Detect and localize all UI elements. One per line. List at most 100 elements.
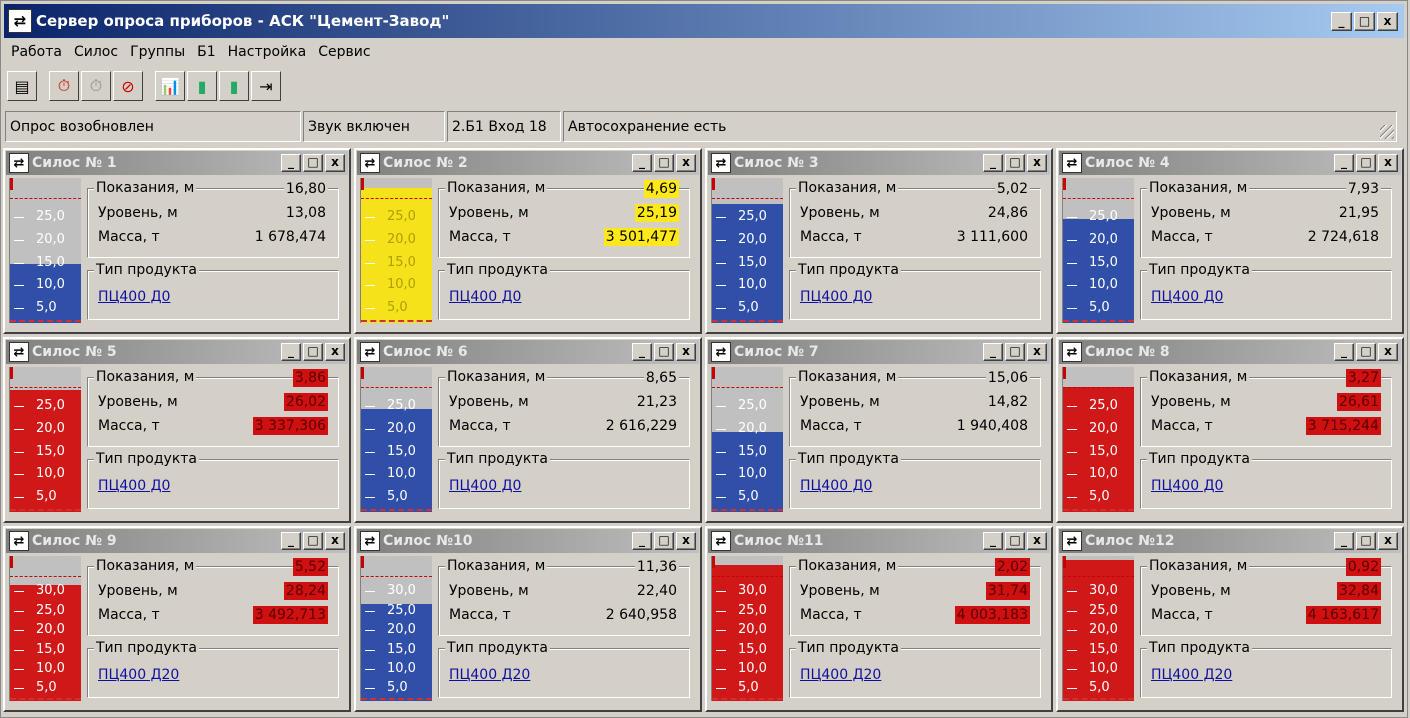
exit-button[interactable]: ⇥ (251, 71, 281, 101)
silo-icon[interactable]: ⇄ (9, 342, 29, 362)
silo-panel[interactable]: ⇄ Силос №10 _ □ x 30,0 25,0 20,0 15,0 10,0 5,… (354, 526, 702, 712)
silo-title-bar[interactable]: ⇄ Силос № 1 _ □ x (6, 151, 348, 175)
silo-icon[interactable]: ⇄ (9, 153, 29, 173)
silo-icon[interactable]: ⇄ (360, 342, 380, 362)
silo-panel[interactable]: ⇄ Силос № 6 _ □ x 25,0 20,0 15,0 10,0 5,0 По… (354, 337, 702, 523)
silo-panel[interactable]: ⇄ Силос № 4 _ □ x 25,0 20,0 15,0 10,0 5,0 По… (1056, 148, 1404, 334)
minimize-button[interactable]: _ (281, 154, 301, 172)
close-button[interactable]: x (1027, 154, 1047, 172)
silo-panel[interactable]: ⇄ Силос № 5 _ □ x 25,0 20,0 15,0 10,0 5,0 По… (3, 337, 351, 523)
silo-title-bar[interactable]: ⇄ Силос № 5 _ □ x (6, 340, 348, 364)
product-link[interactable]: ПЦ400 Д0 (449, 478, 521, 494)
product-link[interactable]: ПЦ400 Д0 (1151, 478, 1223, 494)
menu-silos[interactable]: Силос (68, 44, 124, 60)
close-button[interactable]: x (325, 154, 345, 172)
product-link[interactable]: ПЦ400 Д0 (800, 289, 872, 305)
product-link[interactable]: ПЦ400 Д0 (449, 289, 521, 305)
minimize-button[interactable]: _ (1334, 532, 1354, 550)
resize-grip[interactable] (1380, 125, 1394, 139)
silo-title-bar[interactable]: ⇄ Силос № 7 _ □ x (708, 340, 1050, 364)
device-button[interactable]: ▮ (187, 71, 217, 101)
close-button[interactable]: x (1378, 154, 1398, 172)
silo-title-bar[interactable]: ⇄ Силос №10 _ □ x (357, 529, 699, 553)
silo-panel[interactable]: ⇄ Силос №12 _ □ x 30,0 25,0 20,0 15,0 10,0 5,… (1056, 526, 1404, 712)
maximize-button[interactable]: □ (303, 532, 323, 550)
menu-rabota[interactable]: Работа (5, 44, 68, 60)
maximize-button[interactable]: □ (1005, 154, 1025, 172)
device-settings-button[interactable]: ▮ (219, 71, 249, 101)
silo-title-bar[interactable]: ⇄ Силос № 3 _ □ x (708, 151, 1050, 175)
maximize-button[interactable]: □ (1354, 11, 1375, 31)
close-button[interactable]: x (1378, 343, 1398, 361)
product-link[interactable]: ПЦ400 Д0 (1151, 289, 1223, 305)
silo-title-bar[interactable]: ⇄ Силос № 6 _ □ x (357, 340, 699, 364)
minimize-button[interactable]: _ (632, 154, 652, 172)
stopwatch-red-button[interactable]: ⏱ (49, 71, 79, 101)
close-button[interactable]: x (676, 532, 696, 550)
silo-panel[interactable]: ⇄ Силос №11 _ □ x 30,0 25,0 20,0 15,0 10,0 5,… (705, 526, 1053, 712)
silo-panel[interactable]: ⇄ Силос № 2 _ □ x 25,0 20,0 15,0 10,0 5,0 По… (354, 148, 702, 334)
menu-nastroika[interactable]: Настройка (222, 44, 313, 60)
minimize-button[interactable]: _ (632, 343, 652, 361)
minimize-button[interactable]: _ (281, 532, 301, 550)
silo-icon[interactable]: ⇄ (711, 531, 731, 551)
silo-title-bar[interactable]: ⇄ Силос № 2 _ □ x (357, 151, 699, 175)
maximize-button[interactable]: □ (1005, 532, 1025, 550)
maximize-button[interactable]: □ (654, 343, 674, 361)
silo-title-bar[interactable]: ⇄ Силос № 9 _ □ x (6, 529, 348, 553)
minimize-button[interactable]: _ (281, 343, 301, 361)
silo-panel[interactable]: ⇄ Силос № 7 _ □ x 25,0 20,0 15,0 10,0 5,0 По… (705, 337, 1053, 523)
menu-gruppy[interactable]: Группы (124, 44, 191, 60)
silo-panel[interactable]: ⇄ Силос № 3 _ □ x 25,0 20,0 15,0 10,0 5,0 По… (705, 148, 1053, 334)
product-link[interactable]: ПЦ400 Д0 (800, 478, 872, 494)
minimize-button[interactable]: _ (983, 532, 1003, 550)
silo-icon[interactable]: ⇄ (360, 153, 380, 173)
maximize-button[interactable]: □ (303, 343, 323, 361)
product-link[interactable]: ПЦ400 Д20 (449, 667, 530, 683)
maximize-button[interactable]: □ (1356, 154, 1376, 172)
minimize-button[interactable]: _ (1331, 11, 1352, 31)
menu-servis[interactable]: Сервис (312, 44, 376, 60)
silo-panel[interactable]: ⇄ Силос № 8 _ □ x 25,0 20,0 15,0 10,0 5,0 По… (1056, 337, 1404, 523)
close-button[interactable]: x (1027, 343, 1047, 361)
maximize-button[interactable]: □ (303, 154, 323, 172)
app-icon[interactable]: ⇄ (8, 9, 32, 33)
close-button[interactable]: x (1377, 11, 1398, 31)
silo-icon[interactable]: ⇄ (1062, 342, 1082, 362)
product-link[interactable]: ПЦ400 Д20 (1151, 667, 1232, 683)
title-bar[interactable]: ⇄ Сервер опроса приборов - АСК "Цемент-З… (4, 4, 1404, 38)
close-button[interactable]: x (1027, 532, 1047, 550)
silo-icon[interactable]: ⇄ (360, 531, 380, 551)
silo-icon[interactable]: ⇄ (711, 342, 731, 362)
maximize-button[interactable]: □ (1005, 343, 1025, 361)
maximize-button[interactable]: □ (1356, 343, 1376, 361)
silo-panel[interactable]: ⇄ Силос № 9 _ □ x 30,0 25,0 20,0 15,0 10,0 5,… (3, 526, 351, 712)
close-button[interactable]: x (1378, 532, 1398, 550)
maximize-button[interactable]: □ (654, 532, 674, 550)
silo-title-bar[interactable]: ⇄ Силос № 8 _ □ x (1059, 340, 1401, 364)
minimize-button[interactable]: _ (983, 154, 1003, 172)
close-button[interactable]: x (676, 343, 696, 361)
product-link[interactable]: ПЦ400 Д20 (98, 667, 179, 683)
list-button[interactable]: ▤ (7, 71, 37, 101)
silo-icon[interactable]: ⇄ (1062, 531, 1082, 551)
maximize-button[interactable]: □ (654, 154, 674, 172)
silo-title-bar[interactable]: ⇄ Силос №12 _ □ x (1059, 529, 1401, 553)
stop-sound-button[interactable]: ⊘ (113, 71, 143, 101)
silo-icon[interactable]: ⇄ (9, 531, 29, 551)
silo-title-bar[interactable]: ⇄ Силос №11 _ □ x (708, 529, 1050, 553)
close-button[interactable]: x (676, 154, 696, 172)
chart-button[interactable]: 📊 (155, 71, 185, 101)
minimize-button[interactable]: _ (632, 532, 652, 550)
silo-title-bar[interactable]: ⇄ Силос № 4 _ □ x (1059, 151, 1401, 175)
minimize-button[interactable]: _ (1334, 154, 1354, 172)
stopwatch-gray-button[interactable]: ⏱ (81, 71, 111, 101)
silo-panel[interactable]: ⇄ Силос № 1 _ □ x 25,0 20,0 15,0 10,0 5,0 По… (3, 148, 351, 334)
close-button[interactable]: x (325, 343, 345, 361)
product-link[interactable]: ПЦ400 Д0 (98, 289, 170, 305)
silo-icon[interactable]: ⇄ (1062, 153, 1082, 173)
close-button[interactable]: x (325, 532, 345, 550)
minimize-button[interactable]: _ (983, 343, 1003, 361)
menu-b1[interactable]: Б1 (191, 44, 222, 60)
maximize-button[interactable]: □ (1356, 532, 1376, 550)
